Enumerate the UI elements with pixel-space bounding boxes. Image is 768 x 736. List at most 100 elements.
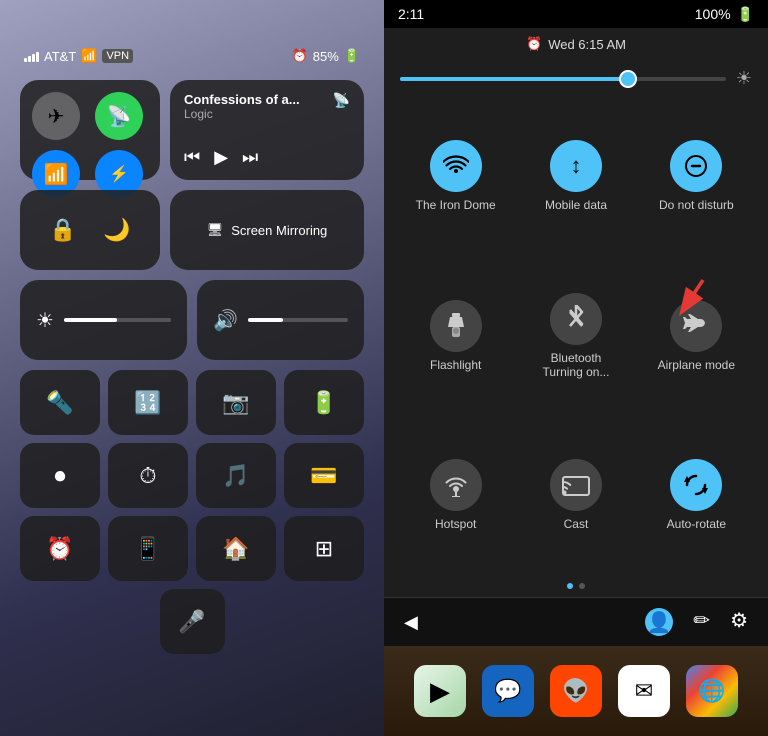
brightness-slider-track[interactable] [400, 77, 726, 81]
brightness-slider-thumb [619, 70, 637, 88]
hotspot-icon: 📡 [107, 104, 132, 129]
autorotate-svg-icon [683, 472, 709, 498]
signal-bar-1 [24, 58, 27, 62]
bluetooth-label: Bluetooth Turning on... [543, 351, 610, 380]
cast-label: Cast [564, 517, 589, 531]
ios-hotspot-btn[interactable]: 📡 [95, 92, 143, 140]
gmail-icon: ✉ [635, 678, 653, 704]
ios-tile-record[interactable]: ⏺ [20, 443, 100, 508]
brightness-track [64, 318, 171, 322]
play-store-icon: ▶ [430, 676, 450, 707]
mobile-data-arrows: ↕ [570, 153, 581, 179]
timer-icon: ⏱ [139, 463, 156, 489]
ios-screen-mirror-block[interactable]: 🖥 Screen Mirroring [170, 190, 364, 270]
ios-rewind-btn[interactable]: ⏮ [184, 147, 200, 168]
ios-music-block: Confessions of a... Logic 📡 ⏮ ▶ ⏭ [170, 80, 364, 180]
ios-tile-timer[interactable]: ⏱ [108, 443, 188, 508]
android-panel: 2:11 100% 🔋 ⏰ Wed 6:15 AM ☀ [384, 0, 768, 736]
cast-tile-icon [550, 459, 602, 511]
ios-vpn-badge: VPN [102, 49, 133, 63]
ios-tile-qr[interactable]: ⊞ [284, 516, 364, 581]
android-settings-btn[interactable]: ⚙ [730, 608, 748, 636]
android-battery-text: 100% [695, 6, 731, 22]
ios-forward-btn[interactable]: ⏭ [242, 147, 258, 168]
android-brightness-bar: ☀ [384, 60, 768, 97]
ios-tile-calculator[interactable]: 🔢 [108, 370, 188, 435]
ios-sleep-btn[interactable]: 🌙 [95, 208, 139, 252]
bluetooth-svg-icon [565, 305, 587, 333]
ios-tile-home[interactable]: 🏠 [196, 516, 276, 581]
mobile-data-icon: ↕ [550, 140, 602, 192]
ios-tile-flashlight[interactable]: 🔦 [20, 370, 100, 435]
ios-airplane-btn[interactable]: ✈ [32, 92, 80, 140]
ios-battery-text: 85% [313, 49, 339, 64]
dock-app-chrome[interactable]: 🌐 [686, 665, 738, 717]
moon-icon: 🌙 [103, 217, 130, 243]
ios-airplay-icon: 📡 [333, 92, 350, 109]
dock-app-play[interactable]: ▶ [414, 665, 466, 717]
android-tile-bluetooth[interactable]: Bluetooth Turning on... [516, 253, 635, 419]
android-app-dock: ▶ 💬 👽 ✉ 🌐 [384, 646, 768, 736]
android-tile-airplane[interactable]: Airplane mode [637, 253, 756, 419]
ios-music-artist: Logic [184, 107, 300, 121]
dock-app-messages[interactable]: 💬 [482, 665, 534, 717]
ios-music-title: Confessions of a... [184, 92, 300, 107]
ios-tile-soundwave[interactable]: 🎵 [196, 443, 276, 508]
android-time: 2:11 [398, 6, 424, 22]
android-tile-autorotate[interactable]: Auto-rotate [637, 420, 756, 571]
autorotate-tile-icon [670, 459, 722, 511]
dot-1 [567, 583, 573, 589]
ios-tile-alarm[interactable]: ⏰ [20, 516, 100, 581]
ios-rotate-lock-btn[interactable]: 🔒 [41, 208, 85, 252]
screen-mirror-icon: 🖥 [207, 222, 224, 238]
ios-mid-section: 🔒 🌙 🖥 Screen Mirroring [20, 190, 364, 270]
record-icon: ⏺ [54, 463, 65, 489]
android-alarm-icon: ⏰ [526, 36, 542, 52]
android-nav-right: 👤 ✏ ⚙ [645, 608, 748, 636]
ios-tile-battery[interactable]: 🔋 [284, 370, 364, 435]
dnd-icon [670, 140, 722, 192]
screen-mirror-label: Screen Mirroring [231, 223, 327, 238]
android-edit-btn[interactable]: ✏ [693, 608, 710, 636]
android-back-btn[interactable]: ◀ [404, 612, 418, 633]
android-tile-flashlight[interactable]: Flashlight [396, 253, 515, 419]
android-quick-tiles: The Iron Dome ↕ Mobile data Do not distu… [384, 97, 768, 575]
ios-rotate-sleep-block: 🔒 🌙 [20, 190, 160, 270]
android-nav-bar: ◀ 👤 ✏ ⚙ [384, 597, 768, 646]
android-account-btn[interactable]: 👤 [645, 608, 673, 636]
ios-volume-slider[interactable]: 🔊 [197, 280, 364, 360]
airplane-svg-icon [683, 313, 709, 339]
android-alarm-bar: ⏰ Wed 6:15 AM [384, 28, 768, 60]
qr-icon: ⊞ [315, 536, 333, 562]
airplane-tile-icon [670, 300, 722, 352]
android-alarm-text: Wed 6:15 AM [548, 37, 626, 52]
ios-play-btn[interactable]: ▶ [214, 147, 228, 168]
ios-top-section: ✈ 📡 📶 ⚡ Confessions of a... Logic [20, 80, 364, 180]
android-tile-iron-dome[interactable]: The Iron Dome [396, 101, 515, 252]
flashlight-label: Flashlight [430, 358, 481, 372]
camera-icon: 📷 [222, 390, 249, 416]
wallet-icon: 💳 [310, 463, 337, 489]
android-tile-hotspot[interactable]: Hotspot [396, 420, 515, 571]
mobile-data-label: Mobile data [545, 198, 607, 212]
hotspot-label: Hotspot [435, 517, 476, 531]
dock-app-reddit[interactable]: 👽 [550, 665, 602, 717]
calculator-icon: 🔢 [134, 390, 161, 416]
dock-app-gmail[interactable]: ✉ [618, 665, 670, 717]
ios-brightness-slider[interactable]: ☀ [20, 280, 187, 360]
home-icon: 🏠 [222, 536, 249, 562]
dnd-label: Do not disturb [659, 198, 734, 212]
flashlight-svg-icon [445, 313, 467, 339]
messages-icon: 💬 [494, 678, 521, 704]
ios-tile-camera[interactable]: 📷 [196, 370, 276, 435]
ios-tile-wallet[interactable]: 💳 [284, 443, 364, 508]
ios-tile-hearing[interactable]: 🎤 [160, 589, 225, 654]
cast-svg-icon [562, 473, 590, 497]
brightness-fill [64, 318, 118, 322]
ios-tile-remote[interactable]: 📱 [108, 516, 188, 581]
android-tile-mobile-data[interactable]: ↕ Mobile data [516, 101, 635, 252]
android-tile-cast[interactable]: Cast [516, 420, 635, 571]
ios-music-controls: ⏮ ▶ ⏭ [184, 147, 350, 168]
android-tile-dnd[interactable]: Do not disturb [637, 101, 756, 252]
ios-wifi-icon: 📶 [81, 48, 97, 64]
